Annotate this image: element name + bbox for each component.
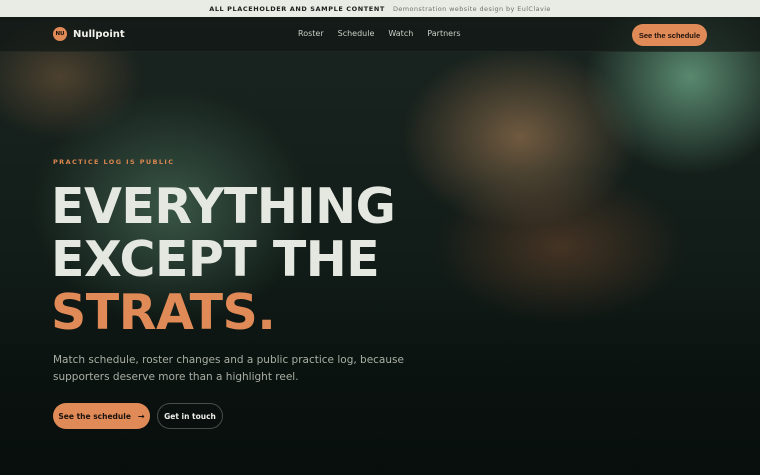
brand-logo[interactable]: NU Nullpoint — [53, 27, 125, 41]
nav-link-watch[interactable]: Watch — [388, 29, 413, 38]
announcement-notice: ALL PLACEHOLDER AND SAMPLE CONTENT — [209, 4, 385, 13]
announcement-credit: Demonstration website design by EulClavi… — [392, 4, 551, 13]
headline-accent: STRATS. — [51, 284, 276, 341]
nav-link-schedule[interactable]: Schedule — [338, 29, 375, 38]
see-schedule-button[interactable]: See the schedule → — [53, 403, 150, 429]
headline-line-1: EVERYTHING — [51, 178, 396, 235]
see-schedule-label: See the schedule — [58, 411, 131, 421]
main-nav: Roster Schedule Watch Partners — [298, 29, 461, 38]
hero-eyebrow: PRACTICE LOG IS PUBLIC — [53, 158, 175, 166]
brand-name: Nullpoint — [73, 28, 125, 40]
hero-lede: Match schedule, roster changes and a pub… — [53, 354, 404, 383]
hero-headline: EVERYTHING EXCEPT THE STRATS. — [51, 178, 396, 341]
announcement-bar: ALL PLACEHOLDER AND SAMPLE CONTENT Demon… — [0, 0, 760, 17]
headline-line-2: EXCEPT THE — [51, 231, 380, 288]
get-in-touch-button[interactable]: Get in touch — [157, 403, 223, 429]
header-schedule-button[interactable]: See the schedule — [632, 24, 707, 46]
arrow-right-icon: → — [137, 411, 145, 421]
nav-link-partners[interactable]: Partners — [427, 29, 460, 38]
nav-link-roster[interactable]: Roster — [298, 29, 324, 38]
site-header: NU Nullpoint Roster Schedule Watch Partn… — [0, 17, 760, 52]
logo-badge-icon: NU — [53, 27, 67, 41]
